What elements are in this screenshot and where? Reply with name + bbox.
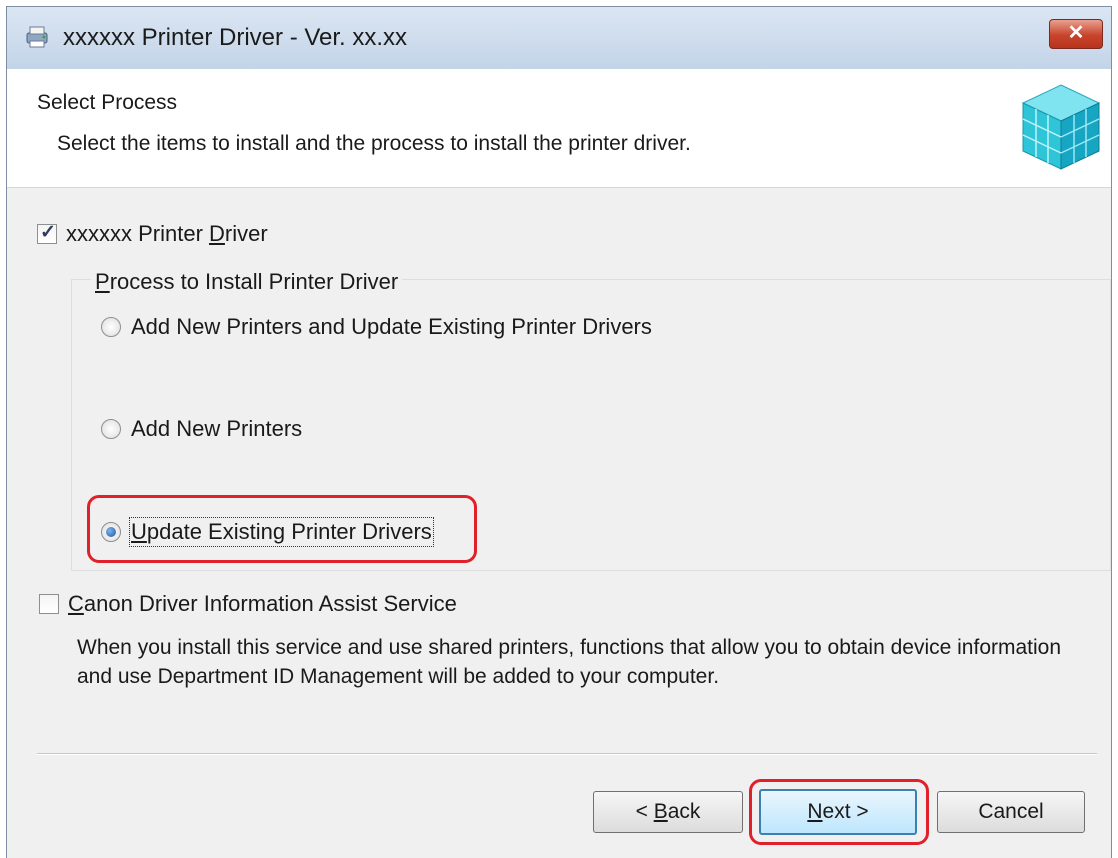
- page-description: Select the items to install and the proc…: [57, 132, 691, 155]
- radio-add-and-update[interactable]: Add New Printers and Update Existing Pri…: [101, 314, 652, 340]
- radio-button[interactable]: [101, 317, 121, 337]
- close-button[interactable]: ✕: [1049, 19, 1103, 49]
- process-group-legend: Process to Install Printer Driver: [91, 269, 403, 295]
- cube-graphic-icon: [1021, 84, 1101, 170]
- cancel-button[interactable]: Cancel: [937, 791, 1085, 833]
- printer-driver-label[interactable]: xxxxxx Printer Driver: [66, 221, 268, 247]
- radio-update-existing[interactable]: Update Existing Printer Drivers: [101, 517, 434, 547]
- printer-driver-checkbox[interactable]: [37, 221, 57, 244]
- assist-service-label[interactable]: Canon Driver Information Assist Service: [68, 591, 457, 617]
- assist-service-checkbox[interactable]: [39, 594, 59, 614]
- back-button[interactable]: < Back: [593, 791, 743, 833]
- radio-add-and-update-label[interactable]: Add New Printers and Update Existing Pri…: [131, 314, 652, 340]
- footer-separator: [37, 753, 1097, 755]
- printer-driver-option[interactable]: xxxxxx Printer Driver: [37, 221, 268, 247]
- window-title: xxxxxx Printer Driver - Ver. xx.xx: [63, 24, 408, 51]
- assist-service-option[interactable]: Canon Driver Information Assist Service: [39, 591, 457, 617]
- printer-installer-icon: [26, 26, 48, 48]
- radio-button[interactable]: [101, 419, 121, 439]
- radio-add-new-printers[interactable]: Add New Printers: [101, 416, 302, 442]
- radio-button-selected[interactable]: [101, 522, 121, 542]
- radio-add-new-printers-label[interactable]: Add New Printers: [131, 416, 302, 442]
- wizard-header: Select Process Select the items to insta…: [7, 69, 1111, 188]
- next-button[interactable]: Next >: [759, 789, 917, 835]
- assist-service-description: When you install this service and use sh…: [77, 636, 1062, 688]
- title-bar: xxxxxx Printer Driver - Ver. xx.xx ✕: [7, 7, 1111, 70]
- page-title: Select Process: [37, 91, 178, 114]
- radio-update-existing-label[interactable]: Update Existing Printer Drivers: [129, 517, 434, 547]
- installer-window: xxxxxx Printer Driver - Ver. xx.xx ✕ Sel…: [6, 6, 1112, 858]
